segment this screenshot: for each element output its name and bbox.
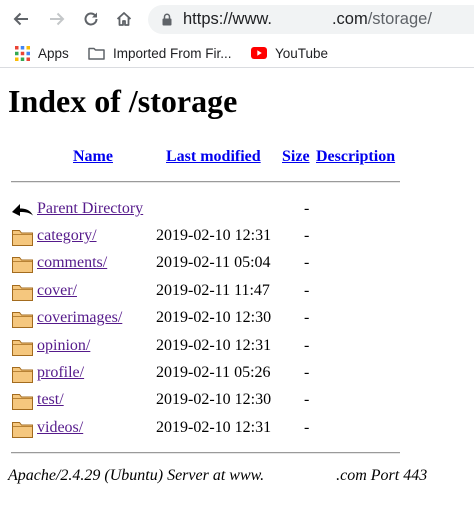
bookmark-imported-folder[interactable]: Imported From Fir...	[88, 38, 232, 68]
folder-link[interactable]: videos/	[37, 419, 83, 437]
size-cell: -	[304, 418, 310, 436]
table-row: cover/2019-02-11 11:47 -	[0, 278, 474, 305]
folder-link[interactable]: opinion/	[37, 337, 90, 355]
column-header-name: Name	[73, 148, 113, 166]
column-header-size: Size	[282, 148, 310, 166]
column-header-last-modified: Last modified	[166, 148, 261, 166]
back-arrow-icon	[11, 198, 34, 220]
size-cell: -	[304, 281, 310, 299]
size-cell: -	[304, 364, 310, 381]
reload-icon	[84, 12, 98, 26]
last-modified-cell: 2019-02-11 05:26	[156, 364, 271, 381]
back-arrow-icon	[13, 12, 28, 26]
folder-icon	[88, 46, 105, 60]
column-header-description: Description	[316, 148, 395, 166]
footer-divider	[11, 452, 400, 454]
last-modified-cell: 2019-02-10 12:31	[156, 336, 272, 354]
folder-link[interactable]: cover/	[37, 282, 77, 300]
folder-link[interactable]: coverimages/	[37, 309, 122, 327]
sort-by-last-modified-link[interactable]: Last modified	[166, 148, 261, 165]
last-modified-cell: 2019-02-10 12:31	[156, 418, 272, 436]
apps-grid-icon	[15, 45, 30, 61]
parent-directory-size: -	[304, 200, 310, 217]
folder-link[interactable]: profile/	[37, 364, 84, 382]
folder-link[interactable]: test/	[37, 391, 64, 409]
lock-icon	[162, 13, 172, 31]
home-icon	[116, 12, 132, 26]
folder-link[interactable]: comments/	[37, 254, 107, 272]
table-row: opinion/2019-02-10 12:31 -	[0, 333, 474, 360]
last-modified-cell: 2019-02-11 05:04	[156, 254, 271, 272]
forward-arrow-icon	[50, 12, 65, 26]
forward-button[interactable]	[45, 7, 69, 31]
last-modified-cell: 2019-02-11 11:47	[156, 281, 270, 299]
folder-icon	[11, 335, 34, 357]
folder-icon	[11, 225, 34, 247]
youtube-icon	[251, 47, 267, 59]
table-row: coverimages/2019-02-10 12:30 -	[0, 305, 474, 332]
size-cell: -	[304, 227, 310, 244]
folder-link[interactable]: category/	[37, 227, 97, 245]
parent-directory-row: Parent Directory -	[0, 196, 474, 223]
bookmark-imported-label: Imported From Fir...	[113, 45, 232, 61]
server-signature: Apache/2.4.29 (Ubuntu) Server at www. .c…	[8, 467, 428, 484]
back-button[interactable]	[9, 7, 33, 31]
size-cell: -	[304, 254, 310, 272]
url-scheme: https://www.	[183, 10, 272, 28]
url-path: /storage/	[367, 10, 432, 28]
bookmark-apps[interactable]: Apps	[15, 38, 69, 68]
size-cell: -	[304, 309, 310, 327]
last-modified-cell: 2019-02-10 12:30	[156, 309, 272, 327]
folder-icon	[11, 252, 34, 274]
last-modified-cell: 2019-02-10 12:30	[156, 391, 272, 409]
bookmark-apps-label: Apps	[38, 45, 69, 61]
folder-icon	[11, 417, 34, 439]
table-row: category/2019-02-10 12:31 -	[0, 223, 474, 250]
folder-icon	[11, 389, 34, 411]
bookmark-youtube-label: YouTube	[275, 45, 329, 61]
address-bar[interactable]: https://www. .com/storage/	[148, 5, 474, 34]
table-row: test/2019-02-10 12:30 -	[0, 387, 474, 414]
last-modified-cell: 2019-02-10 12:31	[156, 227, 272, 244]
browser-toolbar: https://www. .com/storage/	[0, 0, 474, 38]
size-cell: -	[304, 336, 310, 354]
bookmarks-bar: Apps Imported From Fir... YouTube	[0, 38, 474, 68]
size-cell: -	[304, 391, 310, 409]
table-row: comments/2019-02-11 05:04 -	[0, 250, 474, 277]
table-row: videos/2019-02-10 12:31 -	[0, 415, 474, 442]
directory-index-page: Index of /storage Name Last modified Siz…	[0, 69, 474, 508]
home-button[interactable]	[112, 7, 136, 31]
url-text: https://www. .com/storage/	[183, 5, 432, 34]
folder-icon	[11, 307, 34, 329]
bookmark-youtube[interactable]: YouTube	[251, 38, 328, 68]
reload-button[interactable]	[79, 7, 103, 31]
sort-by-name-link[interactable]: Name	[73, 148, 113, 165]
folder-icon	[11, 280, 34, 302]
sort-by-size-link[interactable]: Size	[282, 148, 310, 165]
table-row: profile/2019-02-11 05:26 -	[0, 360, 474, 387]
url-domain-suffix: .com	[331, 10, 368, 28]
sort-by-description-link[interactable]: Description	[316, 148, 395, 165]
header-divider	[11, 181, 400, 183]
parent-directory-link[interactable]: Parent Directory	[37, 200, 143, 218]
folder-icon	[11, 362, 34, 384]
page-title: Index of /storage	[8, 83, 238, 119]
